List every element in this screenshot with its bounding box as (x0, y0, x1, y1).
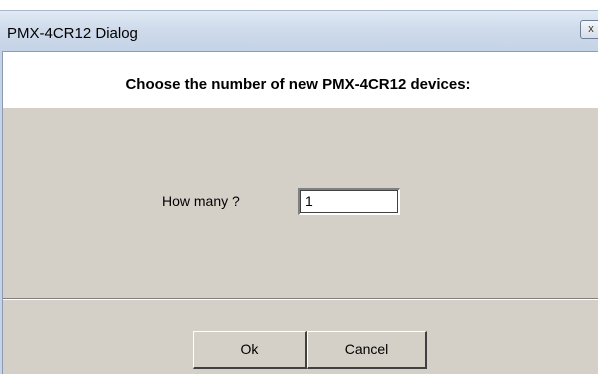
close-icon[interactable]: x (580, 20, 598, 39)
dialog-title: PMX-4CR12 Dialog (7, 25, 138, 42)
top-strip (0, 0, 598, 10)
separator (3, 298, 598, 300)
dialog-window: PMX-4CR12 Dialog x Choose the number of … (0, 0, 598, 374)
how-many-input[interactable]: 1 (298, 188, 400, 215)
cancel-button[interactable]: Cancel (307, 331, 427, 369)
ok-button[interactable]: Ok (193, 331, 307, 369)
how-many-label: How many ? (162, 193, 240, 209)
header-band: Choose the number of new PMX-4CR12 devic… (3, 51, 598, 108)
title-bar[interactable]: PMX-4CR12 Dialog (0, 10, 598, 51)
dialog-header: Choose the number of new PMX-4CR12 devic… (125, 76, 471, 93)
